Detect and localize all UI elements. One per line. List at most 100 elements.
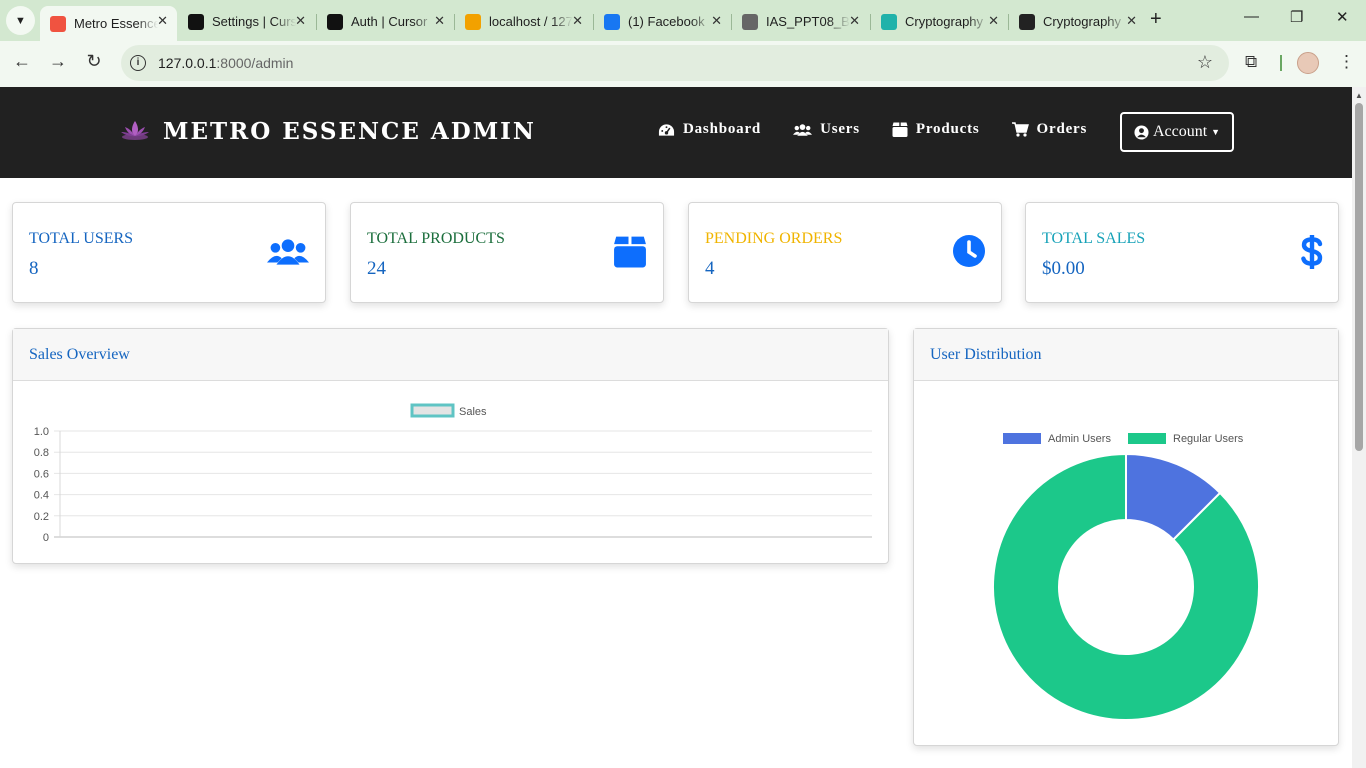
close-tab-icon[interactable]: ✕ — [295, 13, 306, 29]
tab-title: Auth | Cursor — [351, 14, 428, 29]
menu-kebab-icon[interactable]: ⋮ — [1338, 52, 1355, 72]
legend-swatch — [1003, 433, 1041, 444]
stat-card-users: TOTAL USERS 8 — [12, 202, 326, 303]
browser-tab[interactable]: IAS_PPT08_B ✕ — [732, 6, 869, 37]
nav-users-label: Users — [820, 121, 860, 137]
tab-separator — [454, 14, 455, 30]
browser-tab[interactable]: (1) Facebook ✕ — [594, 6, 731, 37]
nav-orders-label: Orders — [1036, 121, 1088, 137]
lotus-logo-icon — [121, 121, 149, 140]
new-tab-button[interactable]: + — [1150, 8, 1162, 31]
user-donut-chart: Admin Users Regular Users — [992, 433, 1260, 721]
bookmark-star-icon[interactable]: ☆ — [1197, 52, 1213, 73]
facebook-icon — [604, 13, 620, 30]
browser-tab[interactable]: Cryptography ✕ — [871, 6, 1008, 37]
brand-name: METRO ESSENCE ADMIN — [163, 117, 536, 145]
tab-title: Metro Essence — [74, 16, 158, 31]
stat-value: 24 — [367, 258, 386, 279]
panel-title: Sales Overview — [13, 329, 888, 381]
browser-tab[interactable]: Cryptography ✕ — [1009, 6, 1146, 37]
browser-tab[interactable]: Settings | Cursor✕ — [178, 6, 315, 37]
close-tab-icon[interactable]: ✕ — [157, 13, 168, 29]
tab-title: IAS_PPT08_B — [766, 14, 850, 29]
forward-button[interactable]: → — [45, 51, 71, 72]
stat-card-pending-orders: PENDING ORDERS 4 — [688, 202, 1002, 303]
profile-avatar[interactable] — [1297, 52, 1319, 74]
nav-dashboard-label: Dashboard — [683, 121, 762, 137]
stat-label: TOTAL SALES — [1042, 230, 1146, 247]
tab-title: Cryptography — [1043, 14, 1122, 29]
tab-title: Settings | Cursor — [212, 14, 296, 29]
legend-label: Admin Users — [1048, 433, 1111, 445]
gauge-icon — [658, 123, 675, 136]
tab-separator — [731, 14, 732, 30]
cursor-icon — [327, 13, 343, 30]
close-tab-icon[interactable]: ✕ — [1126, 13, 1137, 29]
nav-orders[interactable]: Orders — [1011, 121, 1088, 138]
globe-icon — [742, 13, 758, 30]
dollar-icon — [1301, 235, 1323, 269]
stat-label: TOTAL PRODUCTS — [367, 230, 505, 247]
tab-title: (1) Facebook — [628, 14, 705, 29]
stat-value: 4 — [705, 258, 715, 279]
user-circle-icon — [1134, 124, 1149, 140]
close-tab-icon[interactable]: ✕ — [711, 13, 722, 29]
page-scrollbar[interactable]: ▲ — [1352, 87, 1366, 768]
stat-card-sales: TOTAL SALES $0.00 — [1025, 202, 1339, 303]
users-icon — [267, 239, 309, 265]
browser-tab[interactable]: localhost / 127.0.0.1✕ — [455, 6, 592, 37]
tab-search-button[interactable]: ▼ — [6, 6, 35, 35]
back-button[interactable]: ← — [9, 51, 35, 72]
minimize-button[interactable]: — — [1244, 8, 1259, 25]
brand[interactable]: METRO ESSENCE ADMIN — [119, 115, 536, 147]
y-tick-label: 0.6 — [34, 468, 49, 480]
y-tick-label: 0.8 — [34, 447, 49, 459]
browser-tab[interactable]: Auth | Cursor ✕ — [317, 6, 454, 37]
chatgpt-icon — [1019, 13, 1035, 30]
scroll-up-icon[interactable]: ▲ — [1355, 91, 1363, 100]
stat-label: PENDING ORDERS — [705, 230, 843, 247]
address-bar[interactable]: i 127.0.0.1:8000/admin ☆ — [121, 45, 1229, 81]
page-content: METRO ESSENCE ADMIN Dashboard Users Prod… — [0, 87, 1352, 768]
nav-menu: Dashboard Users Products Orders — [658, 121, 1119, 138]
users-icon — [793, 123, 813, 136]
close-tab-icon[interactable]: ✕ — [572, 13, 583, 29]
close-window-button[interactable]: ✕ — [1336, 8, 1349, 26]
nav-products[interactable]: Products — [892, 121, 980, 138]
phpmyadmin-icon — [465, 13, 481, 30]
extensions-icon[interactable]: ⧉ — [1245, 52, 1257, 72]
tab-separator — [870, 14, 871, 30]
stat-label: TOTAL USERS — [29, 230, 134, 247]
box-icon — [892, 122, 908, 137]
close-tab-icon[interactable]: ✕ — [849, 13, 860, 29]
cursor-icon — [188, 13, 204, 30]
scrollbar-thumb[interactable] — [1355, 103, 1363, 451]
y-tick-label: 0.2 — [34, 511, 49, 523]
legend-label: Sales — [459, 406, 487, 418]
chevron-down-icon: ▼ — [15, 14, 26, 27]
panel-title: User Distribution — [914, 329, 1338, 381]
nav-users[interactable]: Users — [793, 121, 860, 138]
caret-down-icon: ▼ — [1211, 127, 1221, 137]
account-dropdown-button[interactable]: Account ▼ — [1120, 112, 1234, 152]
browser-tab[interactable]: Metro Essence ✕ — [40, 6, 177, 41]
reload-button[interactable]: ↻ — [81, 51, 107, 72]
close-tab-icon[interactable]: ✕ — [988, 13, 999, 29]
browser-toolbar: ← → ↻ i 127.0.0.1:8000/admin ☆ ⧉ ⋮ — [0, 41, 1366, 87]
account-label: Account — [1152, 123, 1208, 140]
tab-title: Cryptography — [905, 14, 984, 29]
close-tab-icon[interactable]: ✕ — [434, 13, 445, 29]
legend-swatch — [410, 403, 455, 418]
admin-navbar: METRO ESSENCE ADMIN Dashboard Users Prod… — [0, 87, 1352, 178]
tab-separator — [1008, 14, 1009, 30]
legend-swatch — [1128, 433, 1166, 444]
user-distribution-panel: User Distribution Admin Users Regular Use… — [913, 328, 1339, 746]
url-text[interactable]: 127.0.0.1:8000/admin — [158, 55, 293, 71]
site-info-icon[interactable]: i — [130, 55, 146, 71]
nav-dashboard[interactable]: Dashboard — [658, 121, 761, 138]
tab-title: localhost / 127.0.0.1 — [489, 14, 573, 29]
donut-slice — [992, 452, 1260, 721]
y-tick-label: 0 — [43, 532, 49, 544]
box-icon — [614, 236, 646, 268]
restore-button[interactable]: ❐ — [1290, 8, 1303, 26]
